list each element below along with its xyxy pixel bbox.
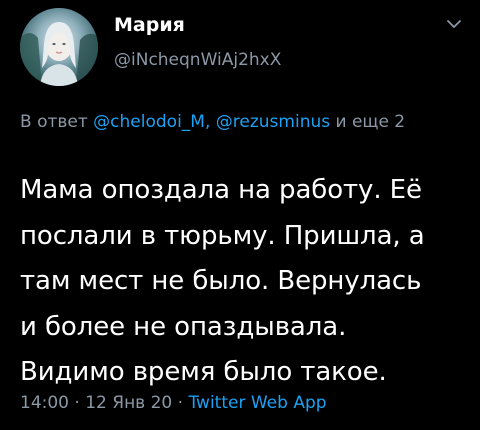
tweet-line: Видимо время было такое.: [20, 357, 387, 387]
tweet-source-app[interactable]: Twitter Web App: [188, 393, 326, 413]
reply-mention-chelodoi[interactable]: @chelodoi_M,: [93, 112, 210, 132]
reply-prefix: В ответ: [20, 112, 88, 132]
reply-suffix: и еще 2: [335, 112, 406, 132]
tweet-text: Мама опоздала на работу. Её послали в тю…: [20, 168, 470, 396]
tweet-line: там мест не было. Вернулась: [20, 266, 422, 296]
reply-context: В ответ @chelodoi_M, @rezusminus и еще 2: [20, 109, 460, 136]
tweet-line: Мама опоздала на работу. Её: [20, 175, 422, 205]
author-name[interactable]: Мария: [114, 14, 185, 36]
meta-separator: ·: [177, 393, 184, 413]
chevron-down-icon[interactable]: [446, 18, 462, 30]
tweet-line: и более не опаздывала.: [20, 311, 347, 342]
author-handle[interactable]: @iNcheqnWiAj2hxX: [114, 50, 281, 70]
avatar-image: [20, 22, 98, 86]
avatar[interactable]: [20, 8, 98, 86]
meta-separator: ·: [74, 393, 80, 413]
tweet-meta: 14:00 · 12 Янв 20 · Twitter Web App: [20, 393, 327, 413]
tweet-line: послали в тюрьму. Пришла, а: [20, 220, 425, 251]
reply-mention-rezusminus[interactable]: @rezusminus: [216, 112, 330, 132]
tweet-time[interactable]: 14:00: [20, 393, 69, 413]
tweet-date[interactable]: 12 Янв 20: [85, 393, 172, 413]
